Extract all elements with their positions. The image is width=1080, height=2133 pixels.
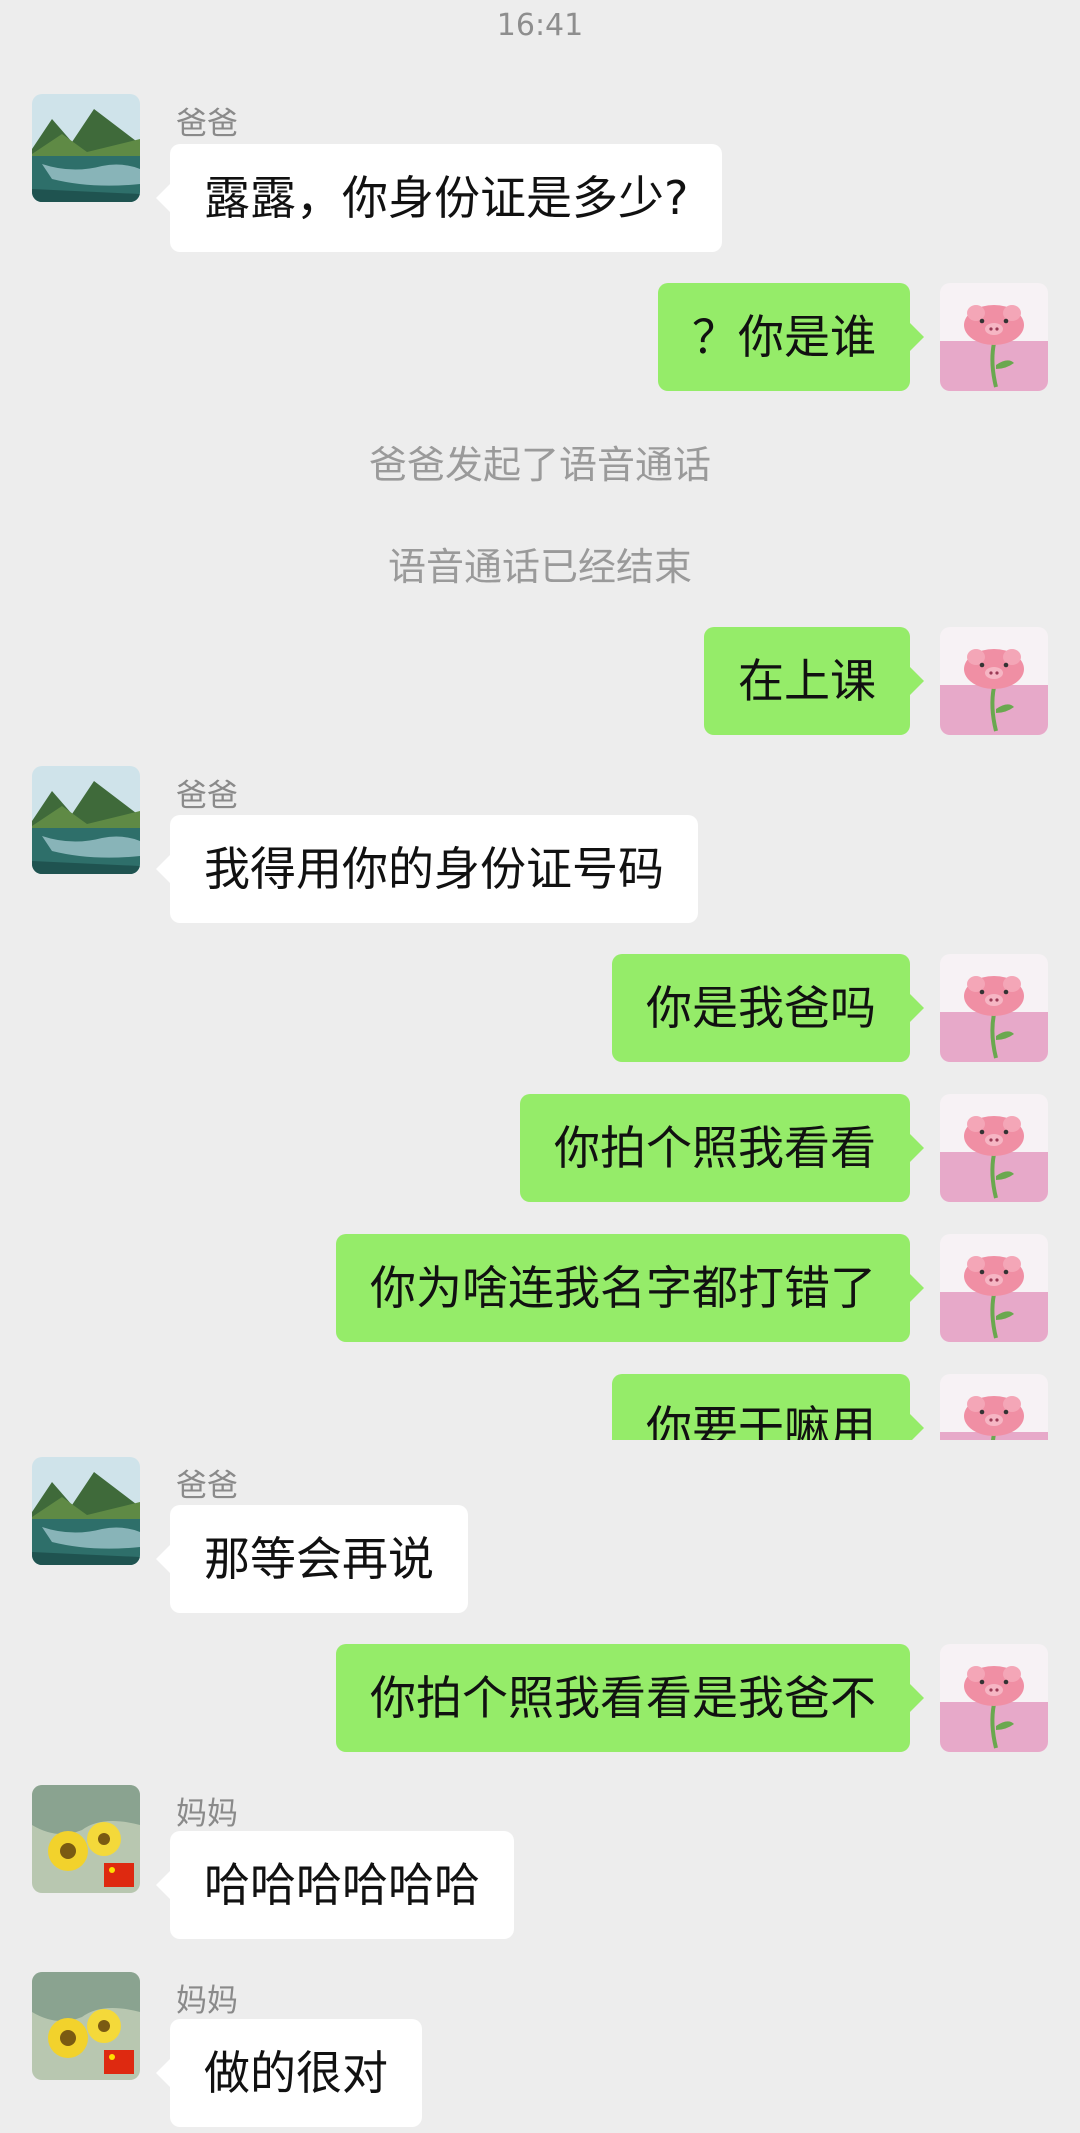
mom-avatar[interactable]: [32, 1972, 140, 2080]
message-bubble-outgoing[interactable]: ？你是谁: [658, 283, 924, 391]
lake-landscape-icon: [32, 1457, 140, 1565]
yellow-flowers-icon: [32, 1972, 140, 2080]
sender-name: 爸爸: [176, 106, 238, 142]
sender-name: 妈妈: [176, 1983, 238, 2019]
sender-name: 爸爸: [176, 778, 238, 814]
message-bubble-incoming[interactable]: 哈哈哈哈哈哈: [156, 1831, 514, 1939]
message-bubble-incoming[interactable]: 露露，你身份证是多少?: [155, 144, 723, 252]
message-bubble-incoming[interactable]: 我得用你的身份证号码: [156, 815, 698, 923]
lake-landscape-icon: [32, 94, 140, 202]
dad-avatar[interactable]: [32, 1457, 140, 1565]
mom-avatar[interactable]: [32, 1785, 140, 1893]
my-avatar[interactable]: [940, 283, 1048, 391]
system-message-call-started: 爸爸发起了语音通话: [368, 443, 711, 487]
system-message-call-ended: 语音通话已经结束: [387, 545, 692, 589]
message-bubble-outgoing[interactable]: 在上课: [704, 627, 924, 735]
message-bubble-incoming[interactable]: 做的很对: [156, 2019, 422, 2127]
dad-avatar[interactable]: [32, 94, 140, 202]
my-avatar[interactable]: [940, 1234, 1048, 1342]
sender-name: 爸爸: [176, 1468, 238, 1504]
pig-flower-icon: [940, 954, 1048, 1062]
my-avatar[interactable]: [940, 954, 1048, 1062]
my-avatar[interactable]: [940, 1374, 1048, 1440]
message-bubble-incoming[interactable]: 那等会再说: [156, 1505, 468, 1613]
pig-flower-icon: [940, 627, 1048, 735]
yellow-flowers-icon: [32, 1785, 140, 1893]
sender-name: 妈妈: [176, 1796, 238, 1832]
message-bubble-outgoing[interactable]: 你为啥连我名字都打错了: [336, 1234, 924, 1342]
pig-flower-icon: [940, 283, 1048, 391]
message-bubble-outgoing[interactable]: 你是我爸吗: [612, 954, 924, 1062]
lake-landscape-icon: [32, 766, 140, 874]
pig-flower-icon: [940, 1374, 1048, 1440]
pig-flower-icon: [940, 1234, 1048, 1342]
message-bubble-outgoing[interactable]: 你拍个照我看看是我爸不: [336, 1644, 924, 1752]
timestamp: 16:41: [496, 8, 584, 43]
message-bubble-outgoing[interactable]: 你拍个照我看看: [520, 1094, 924, 1202]
my-avatar[interactable]: [940, 1644, 1048, 1752]
my-avatar[interactable]: [940, 627, 1048, 735]
cropped-message-row: 你要干嘛用: [0, 1370, 1080, 1440]
pig-flower-icon: [940, 1094, 1048, 1202]
pig-flower-icon: [940, 1644, 1048, 1752]
message-bubble-outgoing[interactable]: 你要干嘛用: [612, 1374, 924, 1440]
dad-avatar[interactable]: [32, 766, 140, 874]
my-avatar[interactable]: [940, 1094, 1048, 1202]
